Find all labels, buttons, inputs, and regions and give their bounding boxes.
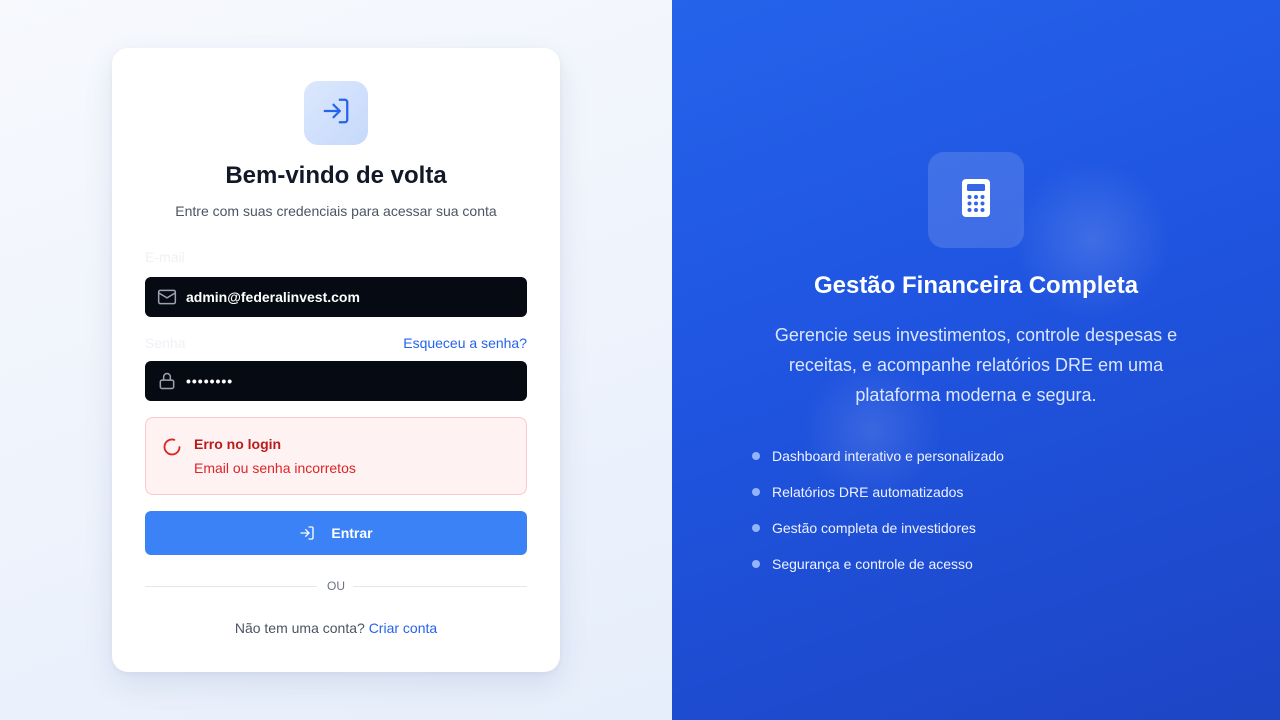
hero-description: Gerencie seus investimentos, controle de… xyxy=(774,325,1178,405)
forgot-password-link[interactable]: Esqueceu a senha? xyxy=(403,335,527,351)
calculator-icon xyxy=(961,178,991,223)
hero-title: Gestão Financeira Completa xyxy=(813,272,1139,299)
login-card: Bem-vindo de volta Entre com suas creden… xyxy=(112,48,560,672)
hero-pane: Gestão Financeira Completa Gerencie seus… xyxy=(672,0,1280,720)
password-field[interactable]: •••••••• xyxy=(145,361,527,401)
list-item: Gestão completa de investidores xyxy=(752,510,1200,546)
list-item: Relatórios DRE automatizados xyxy=(752,474,1200,510)
log-in-arrow-icon xyxy=(299,525,315,541)
password-label: Senha xyxy=(145,335,186,351)
error-title: Erro no login xyxy=(194,436,282,452)
page-subtitle: Entre com suas credenciais para acessar … xyxy=(175,203,497,219)
error-message: Email ou senha incorretos xyxy=(194,460,356,476)
lock-icon xyxy=(157,371,177,391)
login-logo xyxy=(304,81,368,145)
hero-icon-box xyxy=(928,152,1024,248)
mail-icon xyxy=(157,287,177,307)
login-pane: Bem-vindo de volta Entre com suas creden… xyxy=(0,0,672,720)
error-alert: Erro no login Email ou senha incorretos xyxy=(145,417,527,495)
feature-label: Relatórios DRE automatizados xyxy=(772,484,964,500)
log-in-arrow-icon xyxy=(321,96,351,131)
loading-spinner-icon xyxy=(162,437,182,457)
feature-list: Dashboard interativo e personalizado Rel… xyxy=(752,438,1200,582)
feature-label: Gestão completa de investidores xyxy=(772,520,976,536)
list-item: Dashboard interativo e personalizado xyxy=(752,438,1200,474)
email-value: admin@federalinvest.com xyxy=(186,289,360,305)
submit-label: Entrar xyxy=(331,525,373,541)
or-divider: OU xyxy=(145,578,527,594)
page-title: Bem-vindo de volta xyxy=(225,162,447,189)
login-submit-button[interactable]: Entrar xyxy=(145,511,527,555)
create-account-link[interactable]: Criar conta xyxy=(369,620,437,636)
list-item: Segurança e controle de acesso xyxy=(752,546,1200,582)
feature-label: Segurança e controle de acesso xyxy=(772,556,973,572)
email-label: E-mail xyxy=(145,249,185,265)
feature-label: Dashboard interativo e personalizado xyxy=(772,448,1004,464)
password-value: •••••••• xyxy=(186,373,234,389)
signup-prompt: Não tem uma conta? xyxy=(234,620,365,636)
email-field[interactable]: admin@federalinvest.com xyxy=(145,277,527,317)
signup-row: Não tem uma conta? Criar conta xyxy=(112,620,560,636)
